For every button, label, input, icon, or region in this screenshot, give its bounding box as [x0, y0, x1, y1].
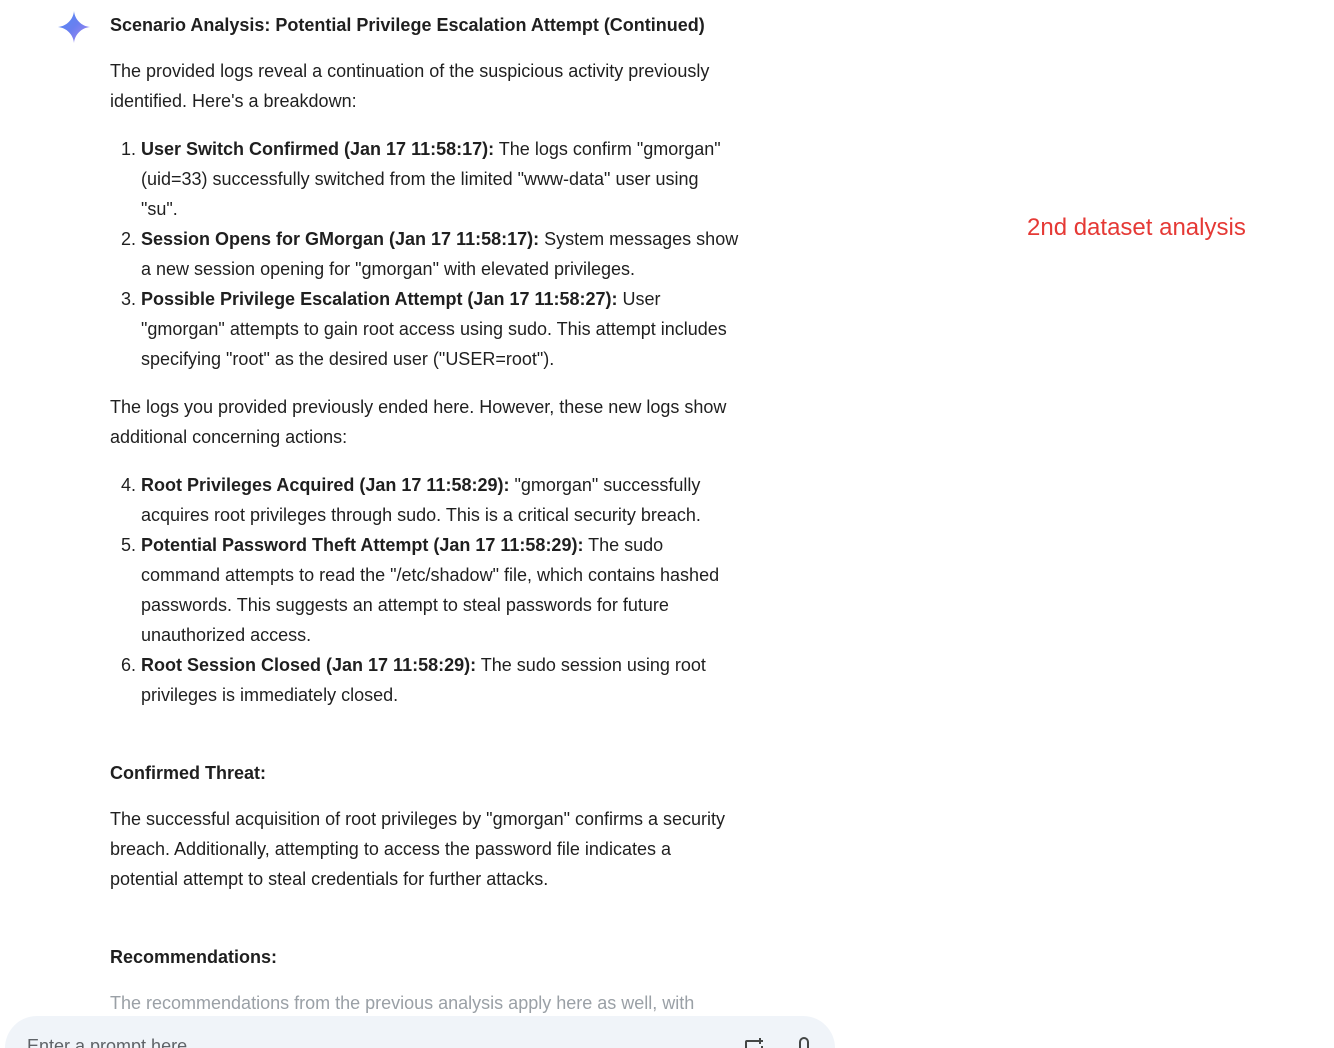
prompt-input[interactable] [25, 1030, 629, 1048]
gemini-sparkle-icon [58, 11, 90, 43]
response-middle: The logs you provided previously ended h… [110, 397, 727, 447]
list-item: User Switch Confirmed (Jan 17 11:58:17):… [141, 134, 740, 224]
add-image-icon[interactable] [739, 1034, 769, 1048]
response-intro: The provided logs reveal a continuation … [110, 61, 710, 111]
list-item: Potential Password Theft Attempt (Jan 17… [141, 530, 740, 650]
microphone-icon[interactable] [789, 1034, 819, 1048]
list-item: Session Opens for GMorgan (Jan 17 11:58:… [141, 224, 740, 284]
list-item: Possible Privilege Escalation Attempt (J… [141, 284, 740, 374]
response-body: Scenario Analysis: Potential Privilege E… [110, 10, 740, 1018]
breakdown-list-part1: User Switch Confirmed (Jan 17 11:58:17):… [110, 134, 740, 374]
response-title: Scenario Analysis: Potential Privilege E… [110, 15, 705, 35]
page: Scenario Analysis: Potential Privilege E… [0, 0, 1334, 1048]
prompt-bar [5, 1016, 835, 1048]
recommendations-heading: Recommendations: [110, 947, 278, 967]
annotation-label: 2nd dataset analysis [1027, 214, 1246, 241]
list-item: Root Session Closed (Jan 17 11:58:29): T… [141, 650, 740, 710]
recommendations-text: The recommendations from the previous an… [110, 993, 695, 1013]
list-item: Root Privileges Acquired (Jan 17 11:58:2… [141, 470, 740, 530]
threat-heading: Confirmed Threat: [110, 763, 267, 783]
breakdown-list-part2: Root Privileges Acquired (Jan 17 11:58:2… [110, 470, 740, 710]
threat-text: The successful acquisition of root privi… [110, 809, 726, 889]
